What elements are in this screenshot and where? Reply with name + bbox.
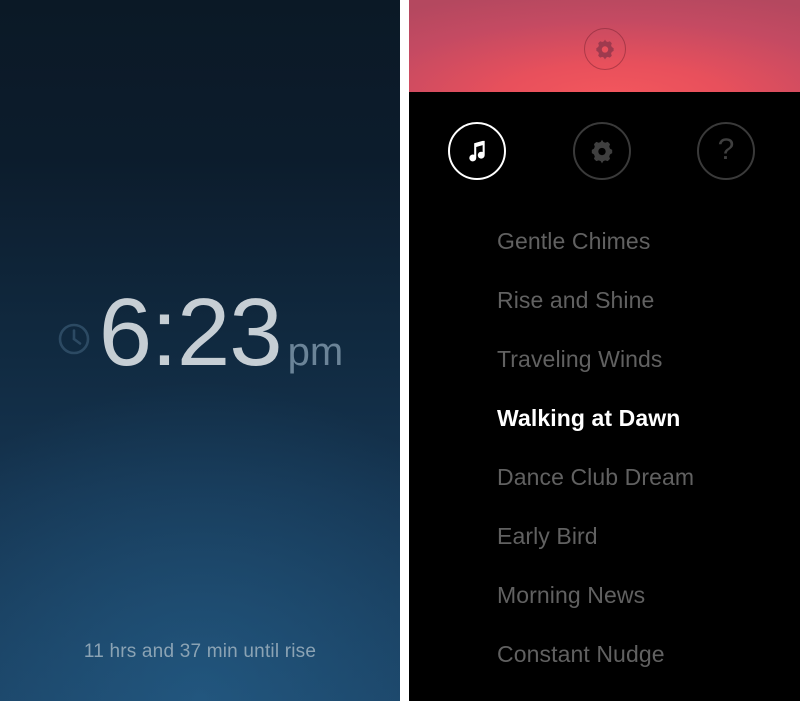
time-meridiem: pm xyxy=(287,330,344,374)
question-mark-icon: ? xyxy=(717,133,735,166)
list-item[interactable]: Early Bird xyxy=(409,507,800,566)
list-item[interactable]: Rise and Shine xyxy=(409,271,800,330)
list-item-selected[interactable]: Walking at Dawn xyxy=(409,389,800,448)
current-time-display: 6:23 pm xyxy=(0,278,400,388)
tab-bar: ? xyxy=(409,92,800,212)
clock-icon xyxy=(57,322,91,356)
tab-help[interactable]: ? xyxy=(697,122,755,180)
sound-picker-screen: ? Gentle Chimes Rise and Shine Traveling… xyxy=(409,0,800,701)
list-item[interactable]: Dance Club Dream xyxy=(409,448,800,507)
tab-settings[interactable] xyxy=(573,122,631,180)
sunrise-header xyxy=(409,0,800,92)
list-item[interactable]: Traveling Winds xyxy=(409,330,800,389)
time-until-rise-label: 11 hrs and 37 min until rise xyxy=(83,641,317,662)
list-item[interactable]: Morning News xyxy=(409,566,800,625)
time-value: 6:23 xyxy=(98,279,283,386)
clock-screen: 6:23 pm 11 hrs and 37 min until rise xyxy=(0,0,400,701)
gear-icon xyxy=(589,138,615,164)
gear-icon xyxy=(594,38,616,60)
tab-sounds[interactable] xyxy=(448,122,506,180)
app-root: 6:23 pm 11 hrs and 37 min until rise ? G… xyxy=(0,0,800,701)
list-item[interactable]: Gentle Chimes xyxy=(409,212,800,271)
sound-list: Gentle Chimes Rise and Shine Traveling W… xyxy=(409,212,800,684)
header-settings-button[interactable] xyxy=(583,28,626,70)
music-note-icon xyxy=(464,138,490,164)
list-item[interactable]: Constant Nudge xyxy=(409,625,800,684)
